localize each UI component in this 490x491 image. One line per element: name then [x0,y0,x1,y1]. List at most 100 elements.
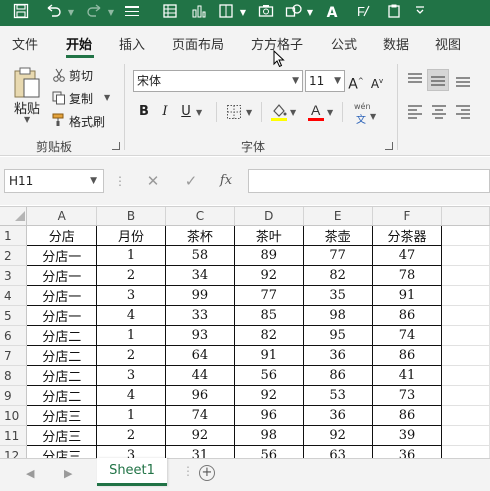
clear-format-icon[interactable]: F [354,3,374,23]
row-header[interactable]: 11 [0,425,28,446]
grow-font-button[interactable]: A^ [347,70,365,93]
data-cell[interactable]: 77 [302,245,373,266]
shapes-dropdown-icon[interactable]: ▼ [305,3,315,23]
align-top-icon[interactable] [406,72,424,91]
empty-cell[interactable] [441,405,490,426]
name-box-dropdown-icon[interactable]: ▼ [90,170,97,192]
empty-cell[interactable] [441,325,490,346]
data-cell[interactable]: 44 [164,365,235,386]
header-cell[interactable]: 分茶器 [371,225,443,246]
cancel-button[interactable]: ✕ [142,169,164,193]
tab-page-layout[interactable]: 页面布局 [172,34,224,53]
data-cell[interactable]: 99 [164,285,235,306]
align-center-icon[interactable] [430,104,448,123]
data-cell[interactable]: 86 [302,365,373,386]
data-cell[interactable]: 分店三 [26,445,98,458]
data-cell[interactable]: 89 [233,245,304,266]
font-color-dropdown-icon[interactable]: ▼ [327,108,333,117]
column-header-d[interactable]: D [234,207,304,226]
camera-icon[interactable] [256,3,276,23]
row-header[interactable]: 7 [0,345,28,366]
tab-home[interactable]: 开始 [66,34,92,53]
borders-icon[interactable] [226,104,242,123]
phonetic-guide-button[interactable]: 文 [356,111,366,126]
data-cell[interactable]: 91 [233,345,304,366]
italic-button[interactable]: I [158,101,172,123]
row-header[interactable]: 4 [0,285,28,306]
data-cell[interactable]: 77 [233,285,304,306]
save-icon[interactable] [12,3,30,23]
header-cell[interactable]: 茶杯 [164,225,235,246]
phonetic-guide-top[interactable]: wén [354,102,371,111]
header-cell[interactable]: 茶叶 [233,225,304,246]
column-header-b[interactable]: B [96,207,166,226]
row-header[interactable]: 6 [0,325,28,346]
data-cell[interactable]: 分店二 [26,325,98,346]
undo-icon[interactable] [44,3,64,23]
borders-dropdown-icon[interactable]: ▼ [246,108,252,117]
tab-data[interactable]: 数据 [383,34,409,53]
select-all-corner[interactable] [0,207,28,226]
add-sheet-button[interactable]: + [199,465,215,481]
data-cell[interactable]: 85 [233,305,304,326]
enter-button[interactable]: ✓ [180,169,202,193]
data-cell[interactable]: 36 [302,405,373,426]
data-cell[interactable]: 92 [302,425,373,446]
font-launcher-icon[interactable] [385,142,393,150]
shrink-font-button[interactable]: Av [368,70,386,92]
empty-cell[interactable] [441,445,490,458]
column-header-f[interactable]: F [372,207,443,226]
data-cell[interactable]: 分店一 [26,305,98,326]
data-cell[interactable]: 3 [96,365,166,386]
data-cell[interactable]: 82 [302,265,373,286]
data-cell[interactable]: 91 [371,285,443,306]
data-cell[interactable]: 分店三 [26,405,98,426]
data-cell[interactable]: 58 [164,245,235,266]
format-painter-icon[interactable] [122,3,142,23]
cut-button[interactable]: 剪切 [69,67,93,84]
data-cell[interactable]: 39 [371,425,443,446]
data-cell[interactable]: 93 [164,325,235,346]
data-cell[interactable]: 86 [371,345,443,366]
header-cell[interactable]: 月份 [96,225,166,246]
align-right-icon[interactable] [454,104,472,123]
data-cell[interactable]: 92 [233,265,304,286]
clipboard-icon[interactable] [384,3,404,23]
data-cell[interactable]: 96 [164,385,235,406]
underline-button[interactable]: U [179,101,193,123]
data-cell[interactable]: 3 [96,445,166,458]
data-cell[interactable]: 31 [164,445,235,458]
empty-cell[interactable] [441,245,490,266]
align-bottom-icon[interactable] [454,72,472,91]
underline-dropdown-icon[interactable]: ▼ [196,108,202,117]
empty-cell[interactable] [441,225,490,246]
data-cell[interactable]: 41 [371,365,443,386]
bold-button[interactable]: B [136,101,152,123]
data-cell[interactable]: 34 [164,265,235,286]
worksheet-grid[interactable]: ABCDEF 1 分店 月份 茶杯 茶叶 茶壶 分茶器 2 分店一 1 58 89 77 47 3 分店一 2 3… [0,206,490,458]
column-header-g[interactable] [441,207,490,226]
data-cell[interactable]: 4 [96,305,166,326]
column-header-c[interactable]: C [165,207,235,226]
shapes-icon[interactable] [284,3,304,23]
data-cell[interactable]: 分店一 [26,285,98,306]
data-cell[interactable]: 分店三 [26,425,98,446]
insert-function-button[interactable]: fx [214,169,238,193]
redo-dropdown-icon[interactable]: ▼ [106,3,116,23]
sheet-tab-sheet1[interactable]: Sheet1 [97,458,167,486]
clipboard-launcher-icon[interactable] [112,142,120,150]
tab-formulas[interactable]: 公式 [331,34,357,53]
chart-icon[interactable] [189,3,209,23]
row-header[interactable]: 2 [0,245,28,266]
formula-input[interactable] [248,169,490,193]
data-cell[interactable]: 3 [96,285,166,306]
row-header[interactable]: 3 [0,265,28,286]
row-header[interactable]: 12 [0,445,28,458]
data-cell[interactable]: 98 [233,425,304,446]
data-cell[interactable]: 47 [371,245,443,266]
data-cell[interactable]: 63 [302,445,373,458]
row-header[interactable]: 10 [0,405,28,426]
font-color-icon[interactable]: A [307,102,325,125]
font-size-box[interactable]: 11 ▼ [305,70,345,92]
data-cell[interactable]: 53 [302,385,373,406]
